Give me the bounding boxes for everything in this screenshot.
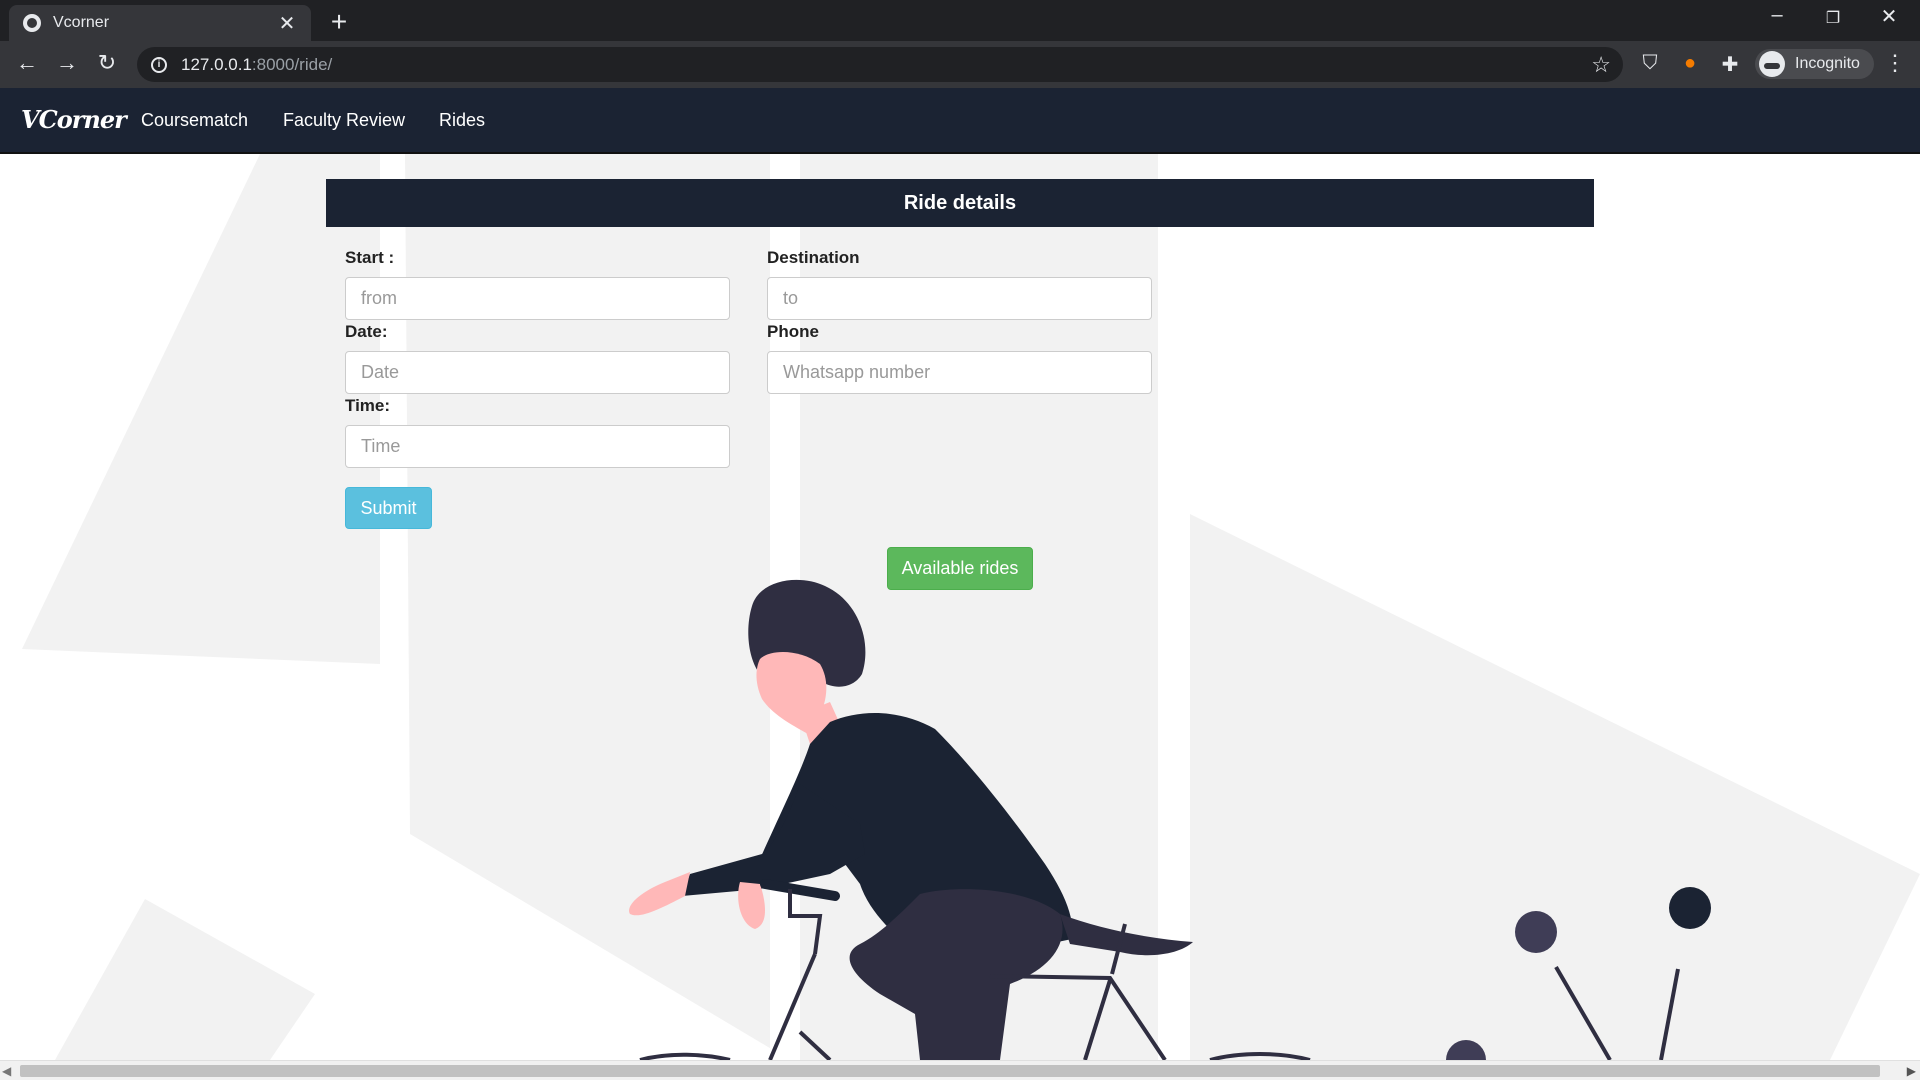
incognito-profile-button[interactable]: Incognito [1755, 49, 1874, 79]
globe-icon [23, 14, 41, 32]
fox-extension-icon[interactable]: ● [1677, 52, 1703, 75]
ride-details-header: Ride details [326, 179, 1594, 227]
plant-bulb-2 [1669, 887, 1711, 929]
time-label: Time: [345, 396, 391, 415]
site-navbar: VCorner Coursematch Faculty Review Rides [0, 88, 1920, 154]
shield-extension-icon[interactable]: ⛉ [1637, 52, 1663, 75]
puzzle-extensions-icon[interactable]: ✚ [1717, 52, 1743, 77]
address-bar[interactable]: i 127.0.0.1:8000/ride/ ☆ [137, 47, 1623, 82]
horizontal-scrollbar[interactable]: ◀ ▶ [0, 1060, 1920, 1080]
phone-input[interactable] [767, 351, 1152, 394]
plant-bulb-1 [1515, 911, 1557, 953]
scroll-left-icon[interactable]: ◀ [2, 1064, 11, 1078]
browser-tab-bar: Vcorner ✕ + – ❐ ✕ [0, 0, 1920, 41]
browser-toolbar: ← → ↻ i 127.0.0.1:8000/ride/ ☆ ⛉ ● ✚ Inc… [0, 41, 1920, 88]
bg-shape-left [22, 154, 380, 664]
browser-tab[interactable]: Vcorner ✕ [9, 5, 311, 41]
submit-button[interactable]: Submit [345, 487, 432, 529]
info-icon[interactable]: i [151, 56, 167, 73]
reload-button[interactable]: ↻ [92, 50, 122, 76]
brand-logo[interactable]: VCorner [21, 105, 127, 134]
scroll-right-icon[interactable]: ▶ [1907, 1064, 1916, 1078]
page-content: Ride details Start : Destination Date: P… [0, 154, 1920, 1060]
kebab-menu-icon[interactable]: ⋮ [1880, 50, 1910, 76]
bg-gap-3 [1158, 484, 1190, 1060]
tab-close-icon[interactable]: ✕ [277, 11, 297, 36]
window-close-button[interactable]: ✕ [1864, 4, 1914, 29]
star-icon[interactable]: ☆ [1591, 52, 1611, 78]
available-rides-button[interactable]: Available rides [887, 547, 1033, 590]
date-label: Date: [345, 322, 388, 341]
back-button[interactable]: ← [12, 50, 42, 76]
start-input[interactable] [345, 277, 730, 320]
minimize-button[interactable]: – [1752, 4, 1802, 27]
new-tab-button[interactable]: + [324, 6, 354, 38]
restore-button[interactable]: ❐ [1808, 8, 1858, 28]
nav-link-rides[interactable]: Rides [439, 110, 485, 131]
incognito-icon [1759, 51, 1785, 77]
forward-button[interactable]: → [52, 50, 82, 76]
nav-link-coursematch[interactable]: Coursematch [141, 110, 248, 131]
destination-label: Destination [767, 248, 860, 267]
tab-title: Vcorner [53, 14, 110, 31]
nav-link-faculty-review[interactable]: Faculty Review [283, 110, 405, 131]
time-input[interactable] [345, 425, 730, 468]
bg-shape-bottom-left [55, 899, 315, 1060]
scrollbar-thumb[interactable] [20, 1065, 1880, 1077]
start-label: Start : [345, 248, 395, 267]
url-host: 127.0.0.1 [181, 54, 252, 74]
url-path: :8000/ride/ [251, 54, 333, 74]
phone-label: Phone [767, 322, 819, 341]
profile-label: Incognito [1795, 55, 1860, 72]
date-input[interactable] [345, 351, 730, 394]
destination-input[interactable] [767, 277, 1152, 320]
bg-shape-right [1190, 514, 1920, 1060]
